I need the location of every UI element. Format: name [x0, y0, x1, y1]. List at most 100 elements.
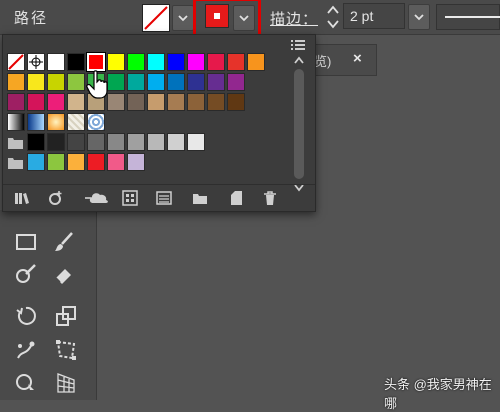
eraser-tool[interactable]: [50, 260, 78, 288]
new-swatch-icon: [231, 191, 242, 205]
color-swatch[interactable]: [187, 53, 205, 71]
swatches-panel-footer: [3, 184, 315, 211]
new-color-group-button[interactable]: [191, 189, 209, 207]
color-swatch[interactable]: [187, 93, 205, 111]
stroke-label[interactable]: 描边：: [270, 8, 318, 29]
scale-tool[interactable]: [52, 302, 80, 330]
fill-dropdown-button[interactable]: [172, 5, 194, 31]
no-fill-icon: [144, 6, 168, 30]
color-swatch[interactable]: [227, 73, 245, 91]
color-swatch[interactable]: [127, 133, 145, 151]
delete-swatch-button[interactable]: [261, 189, 279, 207]
gradient-swatch[interactable]: [47, 113, 65, 131]
perspective-grid-tool[interactable]: [52, 368, 80, 396]
color-swatch[interactable]: [127, 153, 145, 171]
color-swatch[interactable]: [47, 133, 65, 151]
swatch-libraries-icon: [15, 193, 29, 204]
color-swatch[interactable]: [207, 53, 225, 71]
color-swatch[interactable]: [27, 73, 45, 91]
paintbrush-tool[interactable]: [50, 228, 78, 256]
tools-panel: [0, 210, 97, 400]
perspective-grid-icon: [57, 373, 75, 393]
color-swatch[interactable]: [67, 53, 85, 71]
new-swatch-button[interactable]: [227, 189, 245, 207]
color-swatch[interactable]: [27, 133, 45, 151]
color-swatch[interactable]: [207, 93, 225, 111]
color-swatch[interactable]: [107, 53, 125, 71]
color-swatch[interactable]: [207, 73, 225, 91]
swatches-scrollbar[interactable]: [291, 55, 307, 193]
shaper-tool[interactable]: [12, 260, 40, 288]
shape-builder-icon: [16, 374, 34, 390]
color-swatch[interactable]: [147, 53, 165, 71]
swatch-libraries-button[interactable]: [13, 189, 31, 207]
color-swatch[interactable]: [47, 93, 65, 111]
cloud-library-button[interactable]: [83, 189, 111, 207]
color-swatch[interactable]: [47, 73, 65, 91]
gradient-swatch[interactable]: [7, 113, 25, 131]
pattern-swatch[interactable]: [87, 113, 105, 131]
color-swatch[interactable]: [227, 93, 245, 111]
color-swatch[interactable]: [67, 73, 85, 91]
close-icon[interactable]: ×: [353, 50, 362, 67]
swatches-panel: [2, 34, 316, 212]
color-swatch[interactable]: [167, 73, 185, 91]
color-swatch[interactable]: [147, 73, 165, 91]
color-swatch[interactable]: [67, 133, 85, 151]
color-swatch[interactable]: [107, 153, 125, 171]
color-swatch[interactable]: [147, 133, 165, 151]
registration-swatch[interactable]: [27, 53, 45, 71]
free-transform-tool[interactable]: [52, 336, 80, 364]
rectangle-icon: [16, 234, 36, 250]
color-swatch[interactable]: [27, 153, 45, 171]
color-swatch[interactable]: [167, 133, 185, 151]
control-bar: 路径 描边： 2 pt: [0, 0, 500, 42]
color-swatch[interactable]: [247, 53, 265, 71]
color-swatch[interactable]: [127, 93, 145, 111]
color-swatch[interactable]: [187, 73, 205, 91]
rectangle-tool[interactable]: [12, 228, 40, 256]
color-swatch[interactable]: [7, 93, 25, 111]
pattern-swatch[interactable]: [67, 113, 85, 131]
color-swatch[interactable]: [87, 133, 105, 151]
panel-menu-icon[interactable]: [291, 39, 305, 51]
rotate-tool[interactable]: [12, 302, 40, 330]
color-swatch[interactable]: [227, 53, 245, 71]
cloud-icon: [85, 193, 108, 203]
color-swatch[interactable]: [87, 153, 105, 171]
color-swatch[interactable]: [107, 133, 125, 151]
scrollbar-thumb[interactable]: [294, 69, 304, 179]
scroll-up-icon[interactable]: [293, 55, 305, 65]
color-swatch[interactable]: [47, 153, 65, 171]
shape-builder-tool[interactable]: [12, 368, 40, 396]
puppet-warp-tool[interactable]: [12, 336, 40, 364]
chevron-down-icon: [178, 15, 188, 22]
color-swatch[interactable]: [7, 73, 25, 91]
paintbrush-icon: [55, 232, 73, 251]
color-swatch[interactable]: [167, 93, 185, 111]
show-swatch-kinds-button[interactable]: [121, 189, 139, 207]
none-swatch[interactable]: [7, 53, 25, 71]
gradient-swatch[interactable]: [27, 113, 45, 131]
color-swatch[interactable]: [167, 53, 185, 71]
color-swatch[interactable]: [47, 53, 65, 71]
document-tab-label: 览): [314, 54, 332, 69]
stroke-weight-dropdown[interactable]: [408, 4, 430, 30]
color-swatch[interactable]: [187, 133, 205, 151]
color-swatch[interactable]: [127, 73, 145, 91]
rotate-icon: [16, 306, 36, 325]
stroke-weight-input[interactable]: 2 pt: [343, 3, 405, 29]
swatch-options-button[interactable]: [155, 189, 173, 207]
stroke-profile-preview[interactable]: [436, 4, 500, 30]
add-to-library-button[interactable]: [47, 189, 65, 207]
fill-swatch[interactable]: [142, 4, 170, 32]
stroke-weight-stepper[interactable]: [325, 3, 341, 31]
color-swatch[interactable]: [127, 53, 145, 71]
selected-color-swatch[interactable]: [86, 52, 106, 72]
color-swatch[interactable]: [147, 93, 165, 111]
add-to-library-icon: [49, 191, 62, 205]
color-swatch[interactable]: [67, 153, 85, 171]
shaper-icon: [16, 264, 36, 283]
color-swatch[interactable]: [67, 93, 85, 111]
color-swatch[interactable]: [27, 93, 45, 111]
